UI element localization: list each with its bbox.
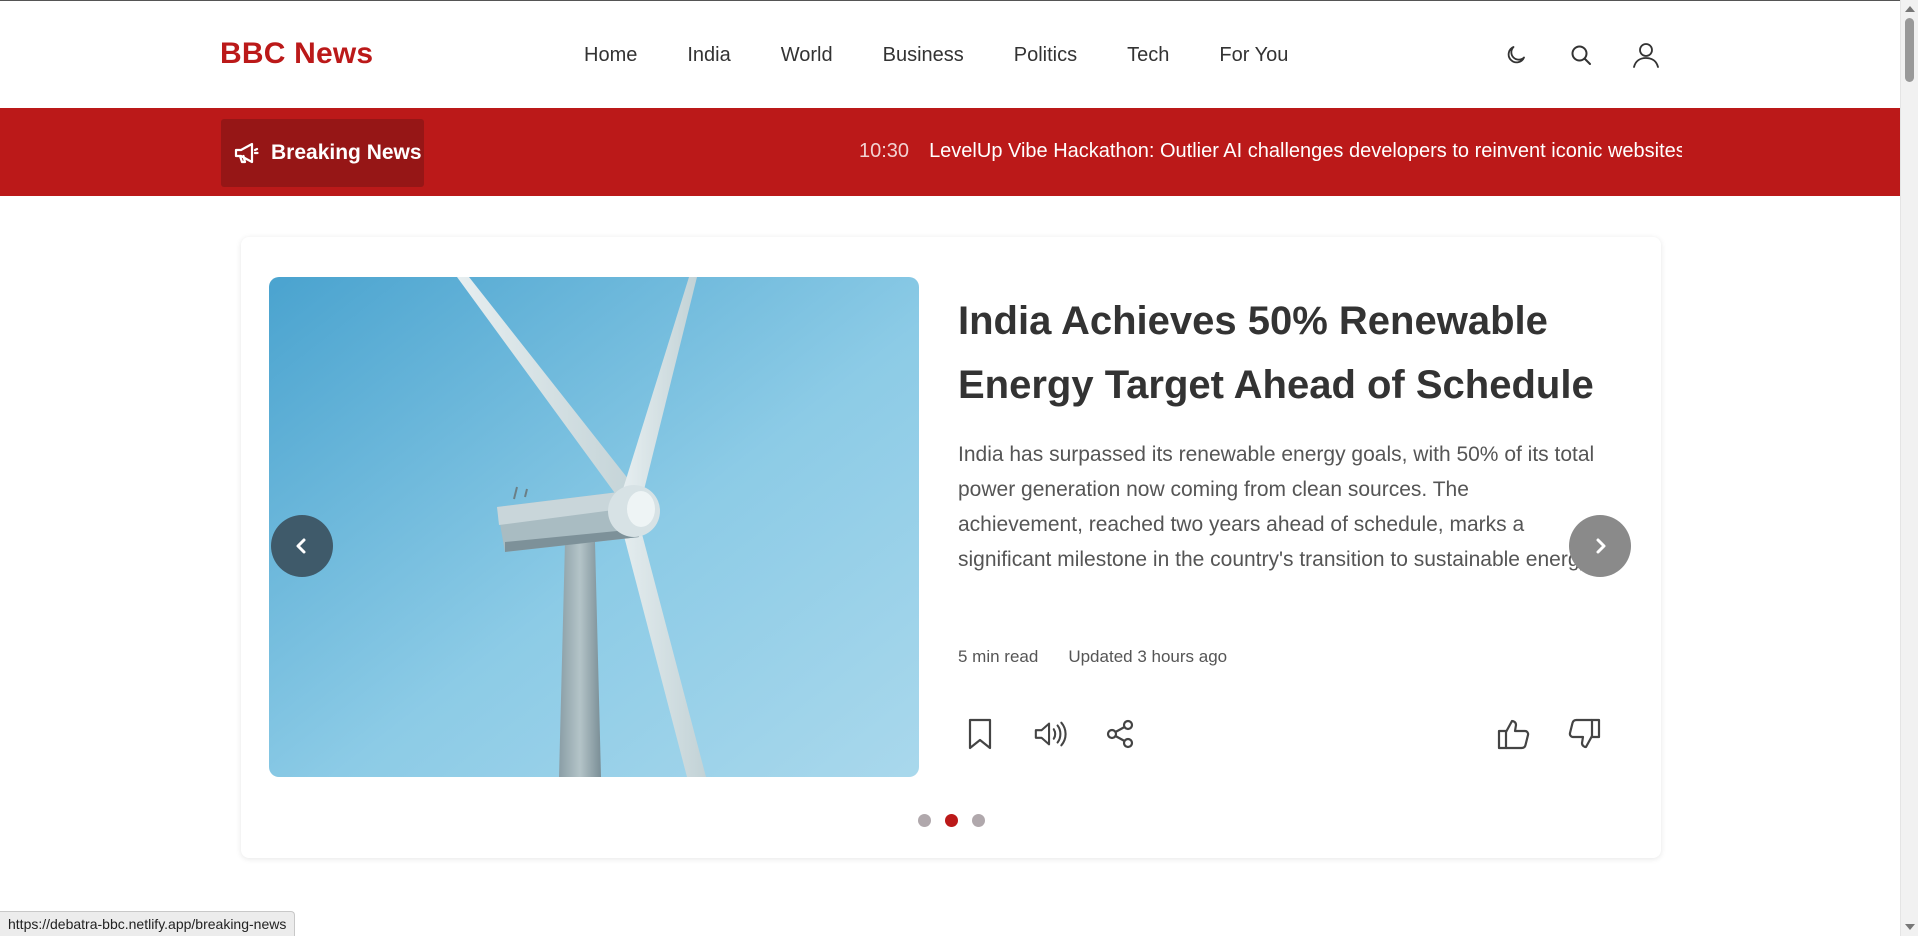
featured-headline[interactable]: India Achieves 50% Renewable Energy Targ… [958,289,1638,417]
breaking-news-bar: Breaking News 10:30 LevelUp Vibe Hackatho… [0,108,1900,196]
nav-world[interactable]: World [781,41,833,69]
carousel-prev-button[interactable] [271,515,333,577]
read-time: 5 min read [958,647,1039,666]
ticker-headline[interactable]: LevelUp Vibe Hackathon: Outlier AI chall… [929,140,1682,162]
header-icons [1500,39,1695,71]
article-meta: 5 min read Updated 3 hours ago [958,647,1257,667]
main-nav: Home India World Business Politics Tech … [584,41,1338,69]
updated-time: Updated 3 hours ago [1068,647,1228,666]
nav-india[interactable]: India [687,41,730,69]
site-logo[interactable]: BBC News [220,37,373,71]
carousel-dot-3[interactable] [972,814,985,827]
breaking-ticker[interactable]: 10:30 LevelUp Vibe Hackathon: Outlier AI … [859,140,1682,170]
bookmark-icon[interactable] [963,717,997,751]
moon-icon[interactable] [1500,39,1532,71]
carousel-next-button[interactable] [1569,515,1631,577]
article-reactions [1497,717,1637,751]
breaking-news-badge[interactable]: Breaking News [221,119,424,187]
scroll-down-arrow-icon[interactable] [1905,924,1915,930]
share-icon[interactable] [1103,717,1137,751]
nav-for-you[interactable]: For You [1219,41,1288,69]
thumbs-up-icon[interactable] [1497,717,1531,751]
nav-home[interactable]: Home [584,41,637,69]
featured-image[interactable] [269,277,919,777]
featured-carousel-card: India Achieves 50% Renewable Energy Targ… [241,237,1661,858]
nav-tech[interactable]: Tech [1127,41,1169,69]
speaker-icon[interactable] [1033,717,1067,751]
chevron-left-icon [296,538,306,554]
nav-politics[interactable]: Politics [1014,41,1077,69]
carousel-dot-1[interactable] [918,814,931,827]
featured-summary: India has surpassed its renewable energy… [958,443,1595,571]
site-header: BBC News Home India World Business Polit… [0,0,1900,108]
breaking-news-label: Breaking News [271,141,422,164]
scroll-up-arrow-icon[interactable] [1905,6,1915,12]
carousel-dots [918,814,999,827]
article-actions [963,717,1173,751]
status-link-preview: https://debatra-bbc.netlify.app/breaking… [0,911,296,936]
page-scrollbar[interactable] [1900,0,1918,936]
ticker-time: 10:30 [859,140,910,162]
user-icon[interactable] [1630,39,1662,71]
carousel-dot-2[interactable] [945,814,958,827]
nav-business[interactable]: Business [883,41,964,69]
chevron-right-icon [1596,538,1606,554]
megaphone-icon [234,142,259,164]
scroll-thumb[interactable] [1905,18,1914,82]
search-icon[interactable] [1565,39,1597,71]
thumbs-down-icon[interactable] [1567,717,1601,751]
